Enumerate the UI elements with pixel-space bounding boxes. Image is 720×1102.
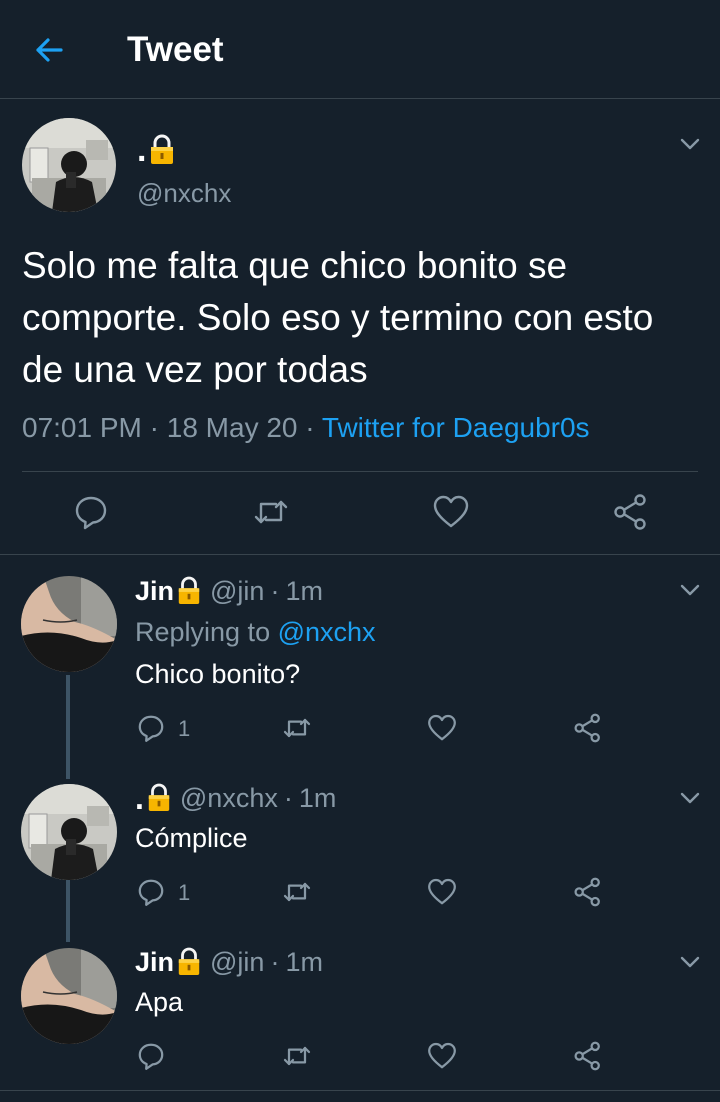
reply-author-handle[interactable]: @jin: [210, 576, 264, 607]
share-icon[interactable]: [572, 712, 604, 744]
heart-icon[interactable]: [426, 712, 458, 744]
share-icon[interactable]: [611, 492, 651, 532]
heart-icon[interactable]: [431, 492, 471, 532]
mention-link[interactable]: @nxchx: [278, 617, 376, 647]
reply-icon[interactable]: [135, 1040, 167, 1072]
chevron-down-icon[interactable]: [678, 786, 702, 810]
heart-icon[interactable]: [426, 876, 458, 908]
reply-author-handle[interactable]: @nxchx: [180, 783, 278, 814]
page-title: Tweet: [127, 30, 224, 69]
reply-count: 1: [178, 880, 191, 905]
divider: [22, 471, 698, 472]
divider: [0, 554, 720, 555]
avatar[interactable]: [21, 948, 117, 1044]
share-icon[interactable]: [572, 876, 604, 908]
reply-author-name[interactable]: Jin: [135, 576, 174, 607]
avatar[interactable]: [21, 576, 117, 672]
chevron-down-icon[interactable]: [678, 578, 702, 602]
retweet-icon[interactable]: [281, 876, 313, 908]
top-bar: Tweet: [0, 0, 720, 99]
retweet-icon[interactable]: [281, 712, 313, 744]
retweet-icon[interactable]: [281, 1040, 313, 1072]
tweet-meta: 07:01 PM · 18 May 20 · Twitter for Daegu…: [22, 412, 590, 443]
heart-icon[interactable]: [426, 1040, 458, 1072]
replying-label: Replying to: [135, 617, 271, 647]
chevron-down-icon[interactable]: [678, 132, 702, 156]
tweet-author-handle[interactable]: @nxchx: [137, 178, 231, 209]
reply-icon[interactable]: [135, 876, 167, 908]
reply-author-handle[interactable]: @jin: [210, 947, 264, 978]
reply-icon[interactable]: [135, 712, 167, 744]
avatar[interactable]: [21, 784, 117, 880]
reply-author-name[interactable]: .: [135, 780, 144, 817]
back-arrow-icon[interactable]: [30, 30, 70, 70]
reply-header: Jin @jin · 1m: [135, 946, 323, 978]
share-icon[interactable]: [572, 1040, 604, 1072]
reply-count: 1: [178, 716, 191, 741]
tweet-date: 18 May 20: [166, 412, 298, 443]
lock-icon: [146, 783, 172, 813]
chevron-down-icon[interactable]: [678, 950, 702, 974]
thread-line: [66, 880, 70, 942]
reply-time: 1m: [285, 575, 323, 606]
lock-icon: [148, 134, 176, 166]
replying-to: Replying to @nxchx: [135, 617, 376, 648]
reply-author-name[interactable]: Jin: [135, 947, 174, 978]
reply-text: Apa: [135, 987, 184, 1017]
thread-line: [66, 675, 70, 779]
tweet-source-link[interactable]: Twitter for Daegubr0s: [322, 412, 590, 443]
author-name-text: .: [137, 131, 147, 169]
lock-icon: [176, 947, 202, 977]
tweet-text: Solo me falta que chico bonito se compor…: [22, 245, 654, 390]
divider: [0, 1090, 720, 1091]
retweet-icon[interactable]: [251, 492, 291, 532]
lock-icon: [176, 576, 202, 606]
tweet-time: 07:01 PM: [22, 412, 142, 443]
reply-icon[interactable]: [71, 492, 111, 532]
reply-text: Cómplice: [135, 823, 248, 853]
reply-time: 1m: [285, 946, 323, 977]
reply-text: Chico bonito?: [135, 659, 301, 689]
reply-time: 1m: [298, 782, 337, 813]
tweet-author-name[interactable]: .: [137, 132, 176, 168]
reply-header: Jin @jin · 1m: [135, 575, 323, 607]
reply-header: . @nxchx · 1m: [135, 779, 337, 817]
avatar[interactable]: [22, 118, 116, 212]
